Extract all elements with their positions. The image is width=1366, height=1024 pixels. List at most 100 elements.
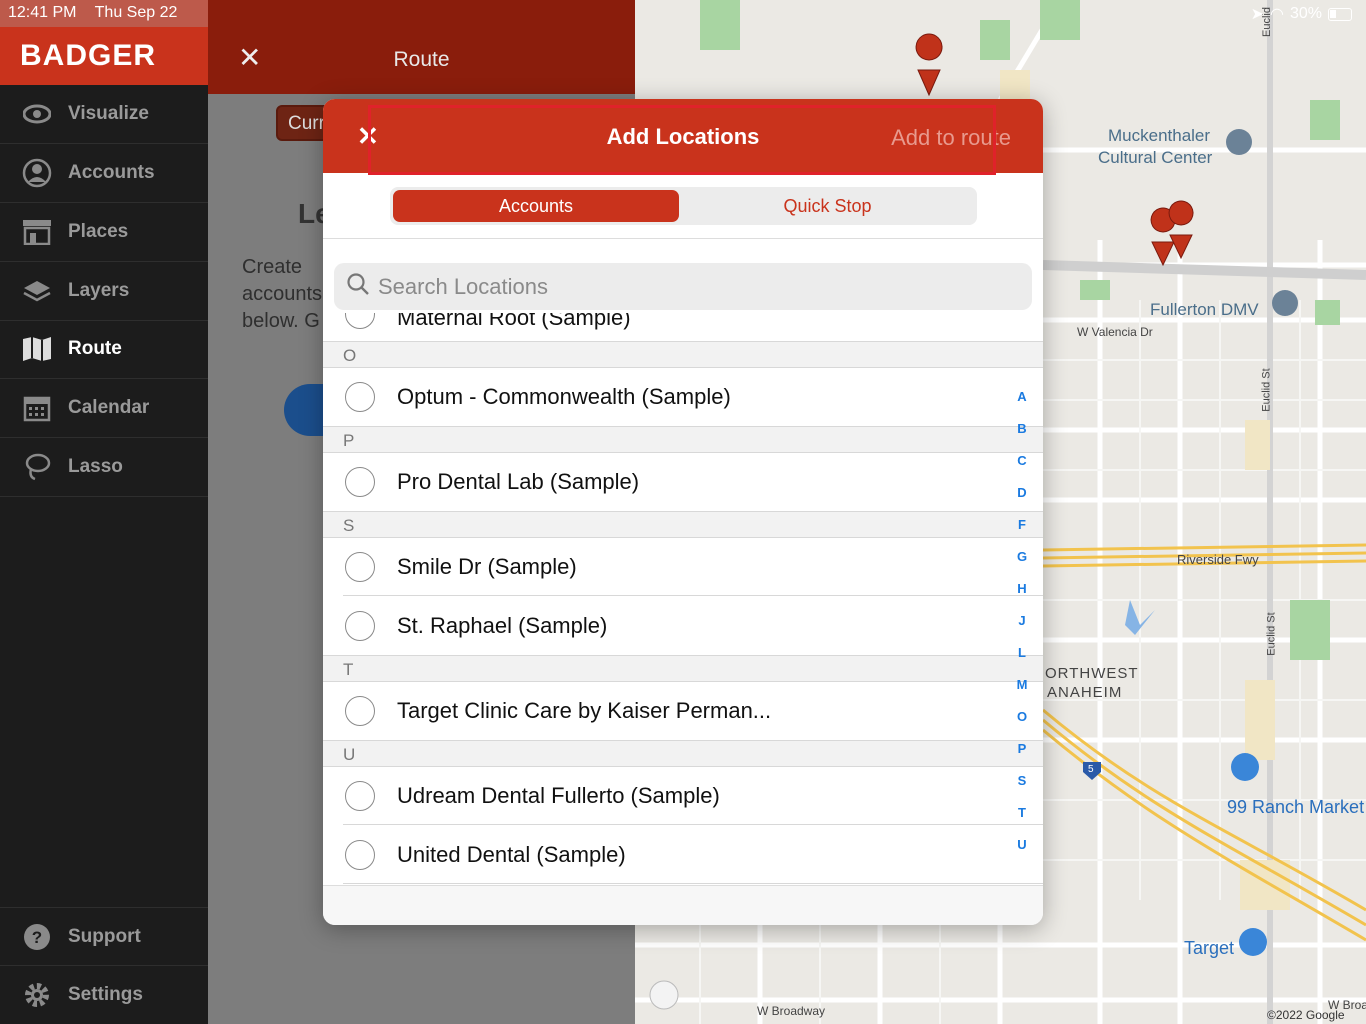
- radio-unselected-icon[interactable]: [345, 313, 375, 329]
- layers-icon: [22, 276, 52, 306]
- map-label-euclid-1: Euclid St: [1260, 368, 1273, 412]
- add-locations-modal: ✕ Add Locations Add to route Accounts Qu…: [323, 99, 1043, 925]
- map-icon: [22, 334, 52, 364]
- list-item-label: Udream Dental Fullerto (Sample): [397, 783, 720, 808]
- sidebar-item-label: Route: [68, 338, 122, 359]
- sidebar-item-settings[interactable]: Settings: [0, 966, 208, 1024]
- section-header: U: [323, 740, 1043, 767]
- help-icon: ?: [22, 922, 52, 952]
- index-letter[interactable]: P: [1015, 741, 1029, 756]
- status-time: 12:41 PM: [8, 4, 77, 21]
- sidebar-item-support[interactable]: ? Support: [0, 907, 208, 966]
- radio-unselected-icon[interactable]: [345, 696, 375, 726]
- list-item-label: United Dental (Sample): [397, 842, 626, 867]
- section-header: O: [323, 341, 1043, 368]
- index-letter[interactable]: T: [1015, 805, 1029, 820]
- route-header: ✕ Route: [208, 0, 635, 94]
- index-letter[interactable]: O: [1015, 709, 1029, 724]
- sidebar-item-calendar[interactable]: Calendar: [0, 379, 208, 438]
- eye-icon: [22, 99, 52, 129]
- store-icon: [22, 217, 52, 247]
- map-label-muckenthaler: Muckenthaler: [1108, 126, 1211, 145]
- sidebar-item-label: Layers: [68, 280, 130, 301]
- modal-footer: [323, 885, 1043, 925]
- svg-text:?: ?: [32, 928, 42, 947]
- sidebar: 12:41 PM Thu Sep 22 BADGER Visualize Acc…: [0, 0, 208, 1024]
- map-copyright: ©2022 Google: [1267, 1008, 1345, 1022]
- list-item-label: Target Clinic Care by Kaiser Perman...: [397, 698, 772, 723]
- section-header: P: [323, 426, 1043, 453]
- user-circle-icon: [22, 158, 52, 188]
- map-label-riverside-fwy: Riverside Fwy: [1177, 552, 1259, 567]
- list-item-label: St. Raphael (Sample): [397, 613, 608, 638]
- wifi-icon: ◠: [1270, 6, 1284, 23]
- status-bar-right: ➤ ◠ 30%: [1251, 4, 1352, 24]
- radio-unselected-icon[interactable]: [345, 840, 375, 870]
- radio-unselected-icon[interactable]: [345, 552, 375, 582]
- map-label-anaheim: ANAHEIM: [1047, 684, 1123, 701]
- sidebar-item-layers[interactable]: Layers: [0, 262, 208, 321]
- index-letter[interactable]: D: [1015, 485, 1029, 500]
- index-letter[interactable]: L: [1015, 645, 1029, 660]
- sidebar-item-places[interactable]: Places: [0, 203, 208, 262]
- index-letter[interactable]: C: [1015, 453, 1029, 468]
- radio-unselected-icon[interactable]: [345, 781, 375, 811]
- sidebar-item-visualize[interactable]: Visualize: [0, 85, 208, 144]
- sidebar-item-label: Places: [68, 221, 129, 242]
- sidebar-item-label: Visualize: [68, 103, 149, 124]
- map-label-valencia: W Valencia Dr: [1077, 325, 1153, 339]
- list-item-label: Optum - Commonwealth (Sample): [397, 384, 731, 409]
- status-bar-left: 12:41 PM Thu Sep 22: [0, 0, 208, 27]
- index-letter[interactable]: B: [1015, 421, 1029, 436]
- list-item[interactable]: United Dental (Sample): [323, 826, 1043, 884]
- map-label-target: Target: [1184, 938, 1235, 958]
- list-item[interactable]: Pro Dental Lab (Sample): [323, 453, 1043, 511]
- list-item[interactable]: Optum - Commonwealth (Sample): [323, 368, 1043, 426]
- index-letter[interactable]: J: [1015, 613, 1029, 628]
- index-letter[interactable]: M: [1015, 677, 1029, 692]
- index-letter[interactable]: A: [1015, 389, 1029, 404]
- calendar-icon: [22, 393, 52, 423]
- battery-percent: 30%: [1289, 5, 1322, 22]
- map-label-broadway: W Broadway: [757, 1004, 826, 1018]
- segmented-control: Accounts Quick Stop: [390, 187, 977, 225]
- section-header: T: [323, 655, 1043, 682]
- battery-icon: [1328, 7, 1352, 21]
- list-item-label: Maternal Root (Sample): [397, 313, 631, 330]
- highlight-box: [368, 105, 996, 175]
- index-letter[interactable]: G: [1015, 549, 1029, 564]
- list-item[interactable]: Maternal Root (Sample): [323, 313, 1043, 341]
- gear-icon: [22, 980, 52, 1010]
- index-letter[interactable]: S: [1015, 773, 1029, 788]
- list-item[interactable]: Target Clinic Care by Kaiser Perman...: [323, 682, 1043, 740]
- radio-unselected-icon[interactable]: [345, 467, 375, 497]
- sidebar-item-label: Calendar: [68, 397, 150, 418]
- list-item[interactable]: St. Raphael (Sample): [323, 597, 1043, 655]
- map-label-fullerton-dmv: Fullerton DMV: [1150, 300, 1259, 319]
- list-item[interactable]: Udream Dental Fullerto (Sample): [323, 767, 1043, 825]
- brand-logo: BADGER: [0, 27, 208, 85]
- search-bar[interactable]: [334, 263, 1032, 310]
- sidebar-item-accounts[interactable]: Accounts: [0, 144, 208, 203]
- locations-list[interactable]: Maternal Root (Sample) O Optum - Commonw…: [323, 313, 1043, 885]
- radio-unselected-icon[interactable]: [345, 611, 375, 641]
- list-item[interactable]: Smile Dr (Sample): [323, 538, 1043, 596]
- segment-bar: Accounts Quick Stop: [323, 173, 1043, 239]
- radio-unselected-icon[interactable]: [345, 382, 375, 412]
- map-label-euclid-2: Euclid St: [1265, 612, 1278, 656]
- section-header: S: [323, 511, 1043, 538]
- sidebar-item-route[interactable]: Route: [0, 320, 208, 379]
- sidebar-item-label: Lasso: [68, 456, 123, 477]
- map-label-northwest: ORTHWEST: [1045, 665, 1139, 682]
- map-shield-i5: 5: [1088, 764, 1094, 775]
- sidebar-item-lasso[interactable]: Lasso: [0, 438, 208, 497]
- tab-accounts[interactable]: Accounts: [393, 190, 679, 222]
- search-icon: [346, 272, 370, 301]
- search-input[interactable]: [378, 273, 978, 300]
- lasso-icon: [22, 452, 52, 482]
- index-letter[interactable]: U: [1015, 837, 1029, 852]
- sidebar-item-label: Support: [68, 925, 141, 947]
- tab-quick-stop[interactable]: Quick Stop: [681, 190, 974, 222]
- index-letter[interactable]: H: [1015, 581, 1029, 596]
- index-letter[interactable]: F: [1015, 517, 1029, 532]
